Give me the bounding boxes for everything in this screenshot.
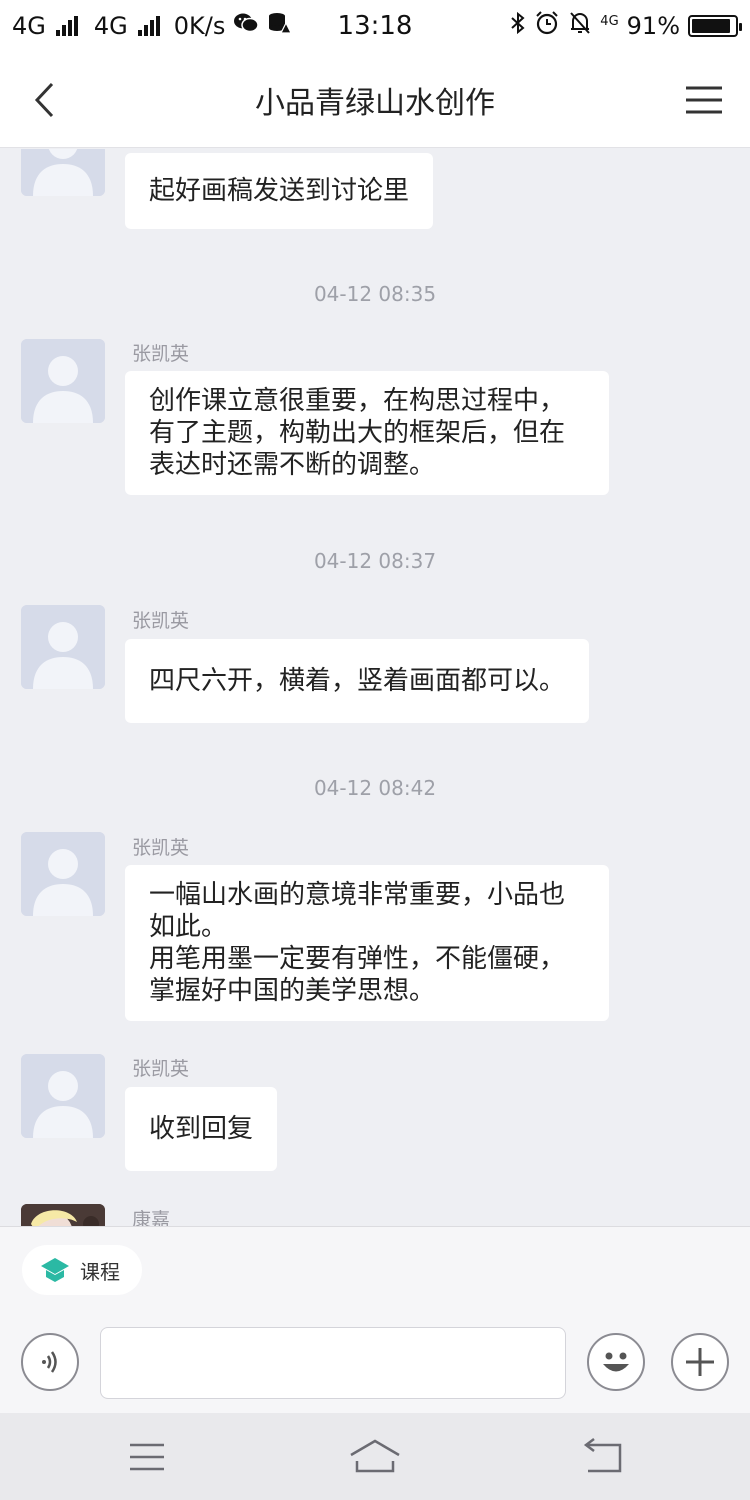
system-nav-bar xyxy=(0,1413,750,1500)
voice-input-button[interactable] xyxy=(21,1333,79,1391)
plus-icon xyxy=(686,1348,714,1376)
message-bubble[interactable]: 收到回复 xyxy=(125,1087,277,1171)
course-button[interactable]: 课程 xyxy=(22,1245,142,1295)
message-timestamp: 04-12 08:42 xyxy=(313,776,437,800)
avatar[interactable] xyxy=(21,605,105,689)
add-more-button[interactable] xyxy=(671,1333,729,1391)
back-button[interactable] xyxy=(24,80,64,120)
message-bubble[interactable]: 四尺六开，横着，竖着画面都可以。 xyxy=(125,639,590,723)
avatar-photo[interactable] xyxy=(21,1204,105,1226)
mute-bell-icon xyxy=(568,10,592,42)
home-icon xyxy=(350,1439,400,1473)
network-label-3: 4G xyxy=(600,13,619,29)
wechat-icon xyxy=(233,12,260,40)
signal-icon-2 xyxy=(137,16,160,36)
status-left: 4G 4G 0K/s xyxy=(12,11,293,41)
menu-lines-icon xyxy=(130,1443,164,1471)
avatar[interactable] xyxy=(21,339,105,423)
message-composer: 课程 xyxy=(0,1226,750,1413)
alarm-icon xyxy=(534,10,560,42)
avatar[interactable] xyxy=(21,149,105,196)
battery-percent: 91% xyxy=(626,12,680,40)
sender-name: 康嘉 xyxy=(132,1209,171,1226)
chevron-left-icon xyxy=(34,82,54,118)
avatar[interactable] xyxy=(21,832,105,916)
message-bubble[interactable]: 一幅山水画的意境非常重要，小品也 如此。 用笔用墨一定要有弹性，不能僵硬， 掌握… xyxy=(125,865,609,1021)
emoji-button[interactable] xyxy=(587,1333,645,1391)
sender-name: 张凯英 xyxy=(132,343,190,365)
signal-icon xyxy=(55,16,78,36)
menu-button[interactable] xyxy=(682,80,726,120)
battery-level xyxy=(692,19,731,33)
status-bar: 4G 4G 0K/s 13:18 4G 91% xyxy=(0,0,750,52)
bluetooth-icon xyxy=(510,11,526,41)
message-timestamp: 04-12 08:35 xyxy=(313,282,437,306)
smiley-icon xyxy=(603,1352,629,1372)
back-nav-button[interactable] xyxy=(574,1437,634,1477)
chat-message-list[interactable]: 起好画稿发送到讨论里 04-12 08:35 张凯英 创作课立意很重要，在构思过… xyxy=(0,149,750,1226)
home-button[interactable] xyxy=(345,1437,405,1477)
network-label-1: 4G xyxy=(12,12,46,40)
battery-icon xyxy=(688,15,742,37)
sender-name: 张凯英 xyxy=(132,1058,190,1080)
graduation-cap-icon xyxy=(41,1258,69,1282)
recent-apps-button[interactable] xyxy=(118,1437,178,1477)
status-right: 4G 91% xyxy=(510,10,742,42)
message-bubble[interactable]: 创作课立意很重要，在构思过程中， 有了主题，构勒出大的框架后，但在 表达时还需不… xyxy=(125,371,609,495)
message-bubble[interactable]: 起好画稿发送到讨论里 xyxy=(125,153,434,229)
page-title: 小品青绿山水创作 xyxy=(255,85,495,121)
return-arrow-icon xyxy=(583,1438,622,1473)
hamburger-menu-icon xyxy=(686,86,722,114)
sender-name: 张凯英 xyxy=(132,610,190,632)
network-label-2: 4G xyxy=(93,12,128,40)
data-warning-icon xyxy=(267,11,293,41)
sender-name: 张凯英 xyxy=(132,837,190,859)
voice-wave-icon xyxy=(42,1351,57,1373)
network-speed: 0K/s xyxy=(173,12,226,40)
avatar[interactable] xyxy=(21,1054,105,1138)
chat-header: 小品青绿山水创作 xyxy=(0,52,750,148)
course-label: 课程 xyxy=(80,1259,120,1284)
message-timestamp: 04-12 08:37 xyxy=(313,549,437,573)
message-input[interactable] xyxy=(100,1327,566,1399)
